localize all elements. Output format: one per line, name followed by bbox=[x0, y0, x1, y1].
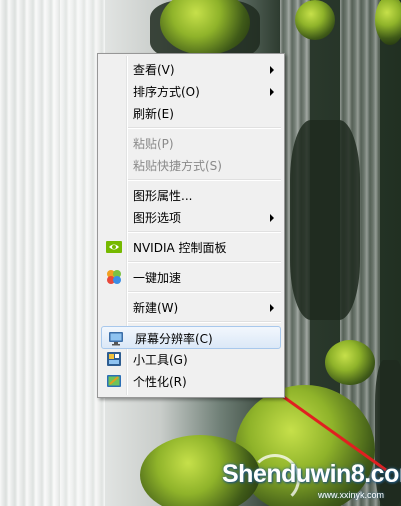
desktop-context-menu: 查看(V) 排序方式(O) 刷新(E) 粘贴(P) 粘贴快捷方式(S) 图形属性… bbox=[97, 53, 285, 398]
menu-item-label: 屏幕分辨率(C) bbox=[135, 332, 213, 346]
menu-item-view[interactable]: 查看(V) bbox=[100, 58, 282, 80]
submenu-arrow-icon bbox=[270, 214, 274, 222]
menu-item-label: 排序方式(O) bbox=[133, 85, 200, 99]
menu-item-personalize[interactable]: 个性化(R) bbox=[100, 370, 282, 392]
menu-separator bbox=[128, 261, 281, 263]
nvidia-icon bbox=[106, 241, 122, 253]
menu-item-nvidia-control-panel[interactable]: NVIDIA 控制面板 bbox=[100, 236, 282, 258]
menu-item-label: 一键加速 bbox=[133, 271, 182, 285]
speedup-icon bbox=[107, 270, 121, 284]
submenu-arrow-icon bbox=[270, 88, 274, 96]
menu-item-screen-resolution[interactable]: 屏幕分辨率(C) bbox=[101, 326, 281, 349]
gadgets-icon bbox=[107, 352, 121, 366]
menu-item-paste-shortcut[interactable]: 粘贴快捷方式(S) bbox=[100, 154, 282, 176]
menu-item-label: 粘贴(P) bbox=[133, 137, 174, 151]
menu-separator bbox=[128, 321, 281, 323]
menu-item-gadgets[interactable]: 小工具(G) bbox=[100, 348, 282, 370]
menu-item-sort-by[interactable]: 排序方式(O) bbox=[100, 80, 282, 102]
menu-item-new[interactable]: 新建(W) bbox=[100, 296, 282, 318]
menu-item-refresh[interactable]: 刷新(E) bbox=[100, 102, 282, 124]
menu-item-one-click-speedup[interactable]: 一键加速 bbox=[100, 266, 282, 288]
menu-item-label: 粘贴快捷方式(S) bbox=[133, 159, 222, 173]
menu-item-graphics-options[interactable]: 图形选项 bbox=[100, 206, 282, 228]
menu-item-label: 图形选项 bbox=[133, 211, 182, 225]
menu-item-label: 图形属性... bbox=[133, 189, 193, 203]
menu-item-label: 刷新(E) bbox=[133, 107, 174, 121]
monitor-icon bbox=[109, 332, 123, 346]
menu-item-label: 新建(W) bbox=[133, 301, 179, 315]
menu-separator bbox=[128, 127, 281, 129]
menu-separator bbox=[128, 231, 281, 233]
menu-item-graphics-properties[interactable]: 图形属性... bbox=[100, 184, 282, 206]
menu-item-label: 个性化(R) bbox=[133, 375, 187, 389]
menu-separator bbox=[128, 179, 281, 181]
personalize-icon bbox=[107, 375, 121, 387]
menu-item-paste[interactable]: 粘贴(P) bbox=[100, 132, 282, 154]
menu-item-label: 小工具(G) bbox=[133, 353, 188, 367]
menu-item-label: 查看(V) bbox=[133, 63, 175, 77]
menu-separator bbox=[128, 291, 281, 293]
watermark-url: www.xxinyk.com bbox=[318, 490, 385, 500]
submenu-arrow-icon bbox=[270, 66, 274, 74]
menu-item-label: NVIDIA 控制面板 bbox=[133, 241, 227, 255]
watermark-text: Shenduwin8.com bbox=[222, 460, 401, 488]
submenu-arrow-icon bbox=[270, 304, 274, 312]
